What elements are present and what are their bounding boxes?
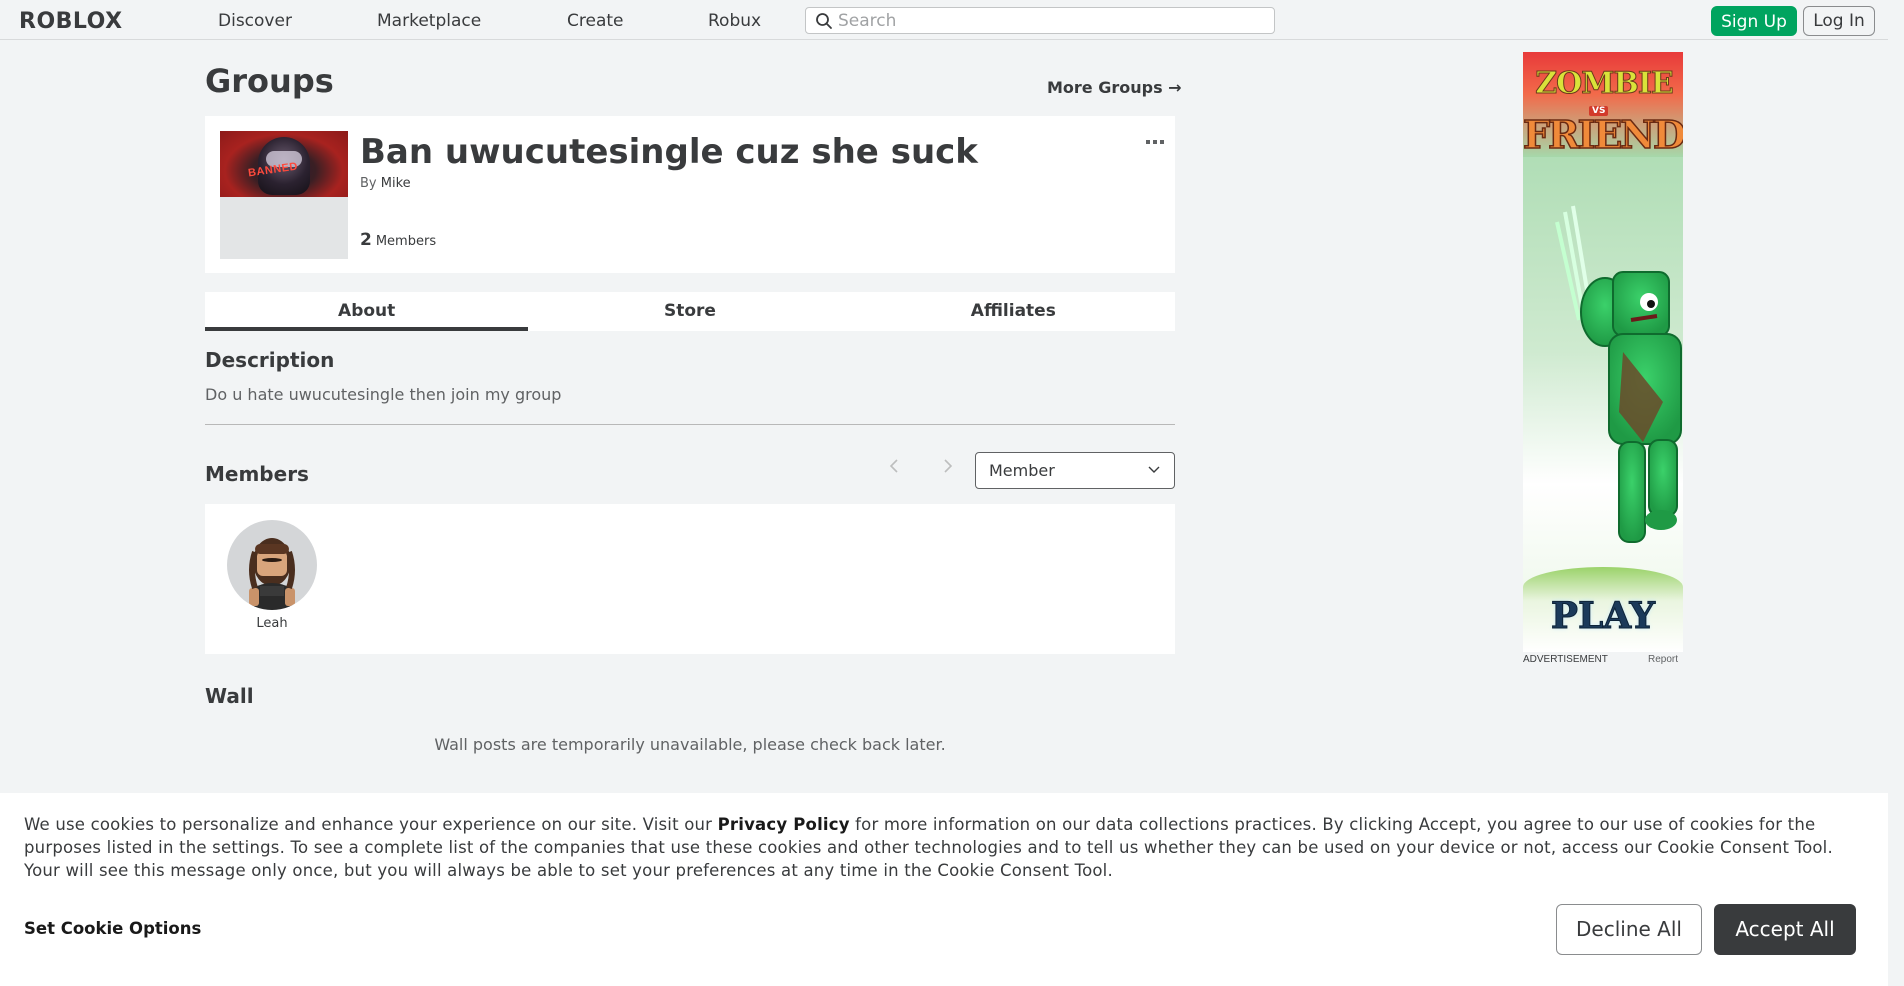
top-navigation-bar: ROBLOX Discover Marketplace Create Robux…: [0, 0, 1888, 40]
ad-report-link[interactable]: Report: [1648, 654, 1678, 665]
ad-title-line1: ZOMBIE: [1535, 66, 1675, 102]
previous-page-icon[interactable]: [889, 458, 899, 479]
ellipsis-icon[interactable]: [1146, 130, 1164, 149]
group-tabs: About Store Affiliates: [205, 292, 1175, 331]
decline-all-button[interactable]: Decline All: [1556, 904, 1702, 955]
wall-title: Wall: [205, 684, 254, 708]
group-owner-link[interactable]: Mike: [381, 176, 411, 191]
section-divider: [205, 424, 1175, 425]
roblox-logo[interactable]: ROBLOX: [19, 9, 123, 34]
sign-up-button[interactable]: Sign Up: [1711, 6, 1797, 36]
group-header-card: BANNED Ban uwucutesingle cuz she suck By…: [205, 116, 1175, 273]
accept-all-button[interactable]: Accept All: [1714, 904, 1856, 955]
search-box[interactable]: [805, 7, 1275, 34]
nav-link-marketplace[interactable]: Marketplace: [377, 11, 481, 31]
tab-affiliates[interactable]: Affiliates: [852, 292, 1175, 331]
chevron-down-icon: [1148, 466, 1160, 473]
search-icon: [816, 13, 832, 29]
page-scrollbar[interactable]: [1888, 0, 1904, 986]
nav-link-discover[interactable]: Discover: [218, 11, 292, 31]
cookie-text-part1: We use cookies to personalize and enhanc…: [24, 815, 718, 834]
set-cookie-options-link[interactable]: Set Cookie Options: [24, 919, 201, 938]
more-groups-link[interactable]: More Groups →: [1047, 78, 1182, 97]
avatar[interactable]: [227, 520, 317, 610]
role-select-value: Member: [989, 461, 1055, 480]
privacy-policy-link[interactable]: Privacy Policy: [718, 815, 850, 834]
group-name: Ban uwucutesingle cuz she suck: [360, 132, 978, 172]
group-member-count: 2 Members: [360, 230, 436, 250]
description-text: Do u hate uwucutesingle then join my gro…: [205, 385, 562, 404]
ad-title-line2: FRIEND: [1523, 111, 1683, 158]
nav-link-create[interactable]: Create: [567, 11, 624, 31]
member-count-value: 2: [360, 230, 372, 250]
by-label: By: [360, 176, 377, 191]
member-name-link[interactable]: Leah: [227, 616, 317, 631]
page-title: Groups: [205, 62, 334, 100]
group-owner-line: By Mike: [360, 176, 411, 191]
group-emblem[interactable]: BANNED: [220, 131, 348, 259]
advertisement-label: ADVERTISEMENT: [1523, 654, 1608, 665]
advertisement-banner[interactable]: ZOMBIE VS FRIEND PLAY: [1523, 52, 1683, 652]
nav-link-robux[interactable]: Robux: [708, 11, 761, 31]
ad-play-text: PLAY: [1550, 595, 1656, 638]
description-title: Description: [205, 348, 335, 372]
log-in-button[interactable]: Log In: [1803, 6, 1875, 36]
role-select-dropdown[interactable]: Member: [975, 452, 1175, 489]
member-count-label: Members: [375, 234, 437, 249]
search-input[interactable]: [838, 10, 1258, 31]
ad-zombie-figure: [1555, 205, 1682, 543]
tab-store[interactable]: Store: [528, 292, 851, 331]
tab-about[interactable]: About: [205, 292, 529, 331]
wall-unavailable-message: Wall posts are temporarily unavailable, …: [434, 735, 946, 754]
members-list: Leah: [205, 504, 1175, 654]
members-title: Members: [205, 462, 309, 486]
cookie-consent-text: We use cookies to personalize and enhanc…: [24, 813, 1864, 882]
next-page-icon[interactable]: [943, 458, 953, 479]
cookie-consent-banner: We use cookies to personalize and enhanc…: [0, 793, 1888, 986]
